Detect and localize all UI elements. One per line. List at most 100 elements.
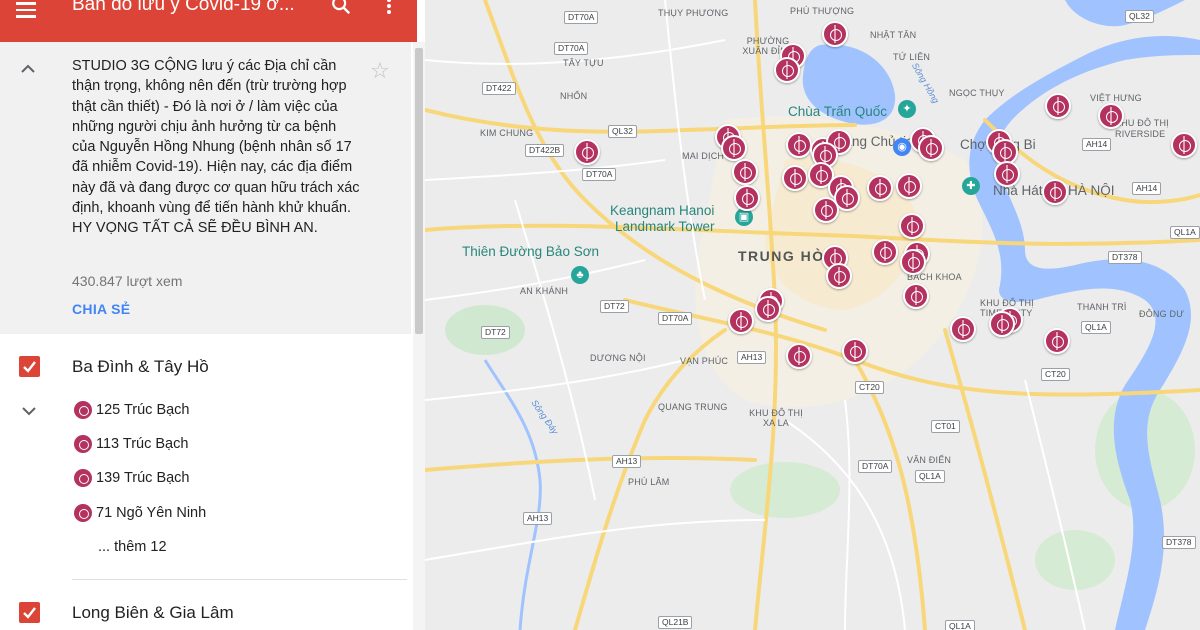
biohazard-marker[interactable] [721, 135, 747, 161]
biohazard-marker[interactable] [813, 197, 839, 223]
road-shield: QL1A [915, 470, 945, 483]
map-label: TỨ LIÊN [893, 52, 931, 62]
road-shield: DT70A [658, 312, 693, 325]
biohazard-marker[interactable] [1042, 179, 1068, 205]
biohazard-marker[interactable] [989, 311, 1015, 337]
list-item-label: 71 Ngõ Yên Ninh [96, 505, 207, 521]
view-count: 430.847 lượt xem [72, 273, 183, 289]
road-shield: QL32 [1125, 10, 1154, 23]
map-label: DƯƠNG NỘI [590, 353, 646, 363]
chevron-up-icon[interactable] [20, 62, 36, 74]
biohazard-marker[interactable] [994, 161, 1020, 187]
biohazard-marker[interactable] [1098, 103, 1124, 129]
description-text: STUDIO 3G CỘNG lưu ý các Địa chỉ cần thậ… [72, 58, 360, 237]
poi-label[interactable]: Landmark Tower [615, 219, 715, 234]
biohazard-marker[interactable] [903, 283, 929, 309]
map-description: ☆ STUDIO 3G CỘNG lưu ý các Địa chỉ cần t… [0, 42, 411, 334]
road-shield: DT378 [1108, 251, 1142, 264]
layer-title[interactable]: Ba Đình & Tây Hồ [72, 357, 209, 377]
road-shield: DT422B [525, 144, 565, 157]
poi-label[interactable]: Chùa Trấn Quốc [788, 104, 887, 119]
biohazard-marker[interactable] [1045, 93, 1071, 119]
road-shield: QL1A [1170, 226, 1200, 239]
road-shield: QL21B [658, 616, 693, 629]
share-button[interactable]: CHIA SẺ [72, 301, 130, 317]
biohazard-icon [74, 469, 92, 487]
list-item[interactable]: 125 Trúc Bạch [74, 399, 394, 421]
road-shield: DT422 [482, 82, 516, 95]
temple-icon[interactable]: ✦ [898, 100, 916, 118]
checkmark-icon [23, 607, 36, 619]
biohazard-marker[interactable] [822, 21, 848, 47]
theater-icon[interactable]: ✚ [962, 177, 980, 195]
side-panel: Bản đồ lưu ý Covid-19 ở... ☆ STUDIO 3G C… [0, 0, 425, 630]
layer-checkbox[interactable] [19, 356, 40, 377]
map-label: VIỆT HƯNG [1090, 93, 1142, 103]
show-more-link[interactable]: ... thêm 12 [98, 539, 167, 555]
biohazard-marker[interactable] [826, 263, 852, 289]
list-item[interactable]: 113 Trúc Bạch [74, 433, 394, 455]
chevron-down-icon[interactable] [21, 405, 37, 417]
map-label: KHU ĐÔ THỊ XA LA [749, 408, 803, 428]
road-shield: DT70A [858, 460, 893, 473]
map-canvas[interactable]: THỤY PHƯƠNG PHÚ THƯỢNG NHẬT TÂN PHƯỜNG X… [425, 0, 1200, 630]
biohazard-icon [74, 435, 92, 453]
more-options-icon[interactable] [382, 0, 396, 18]
road-shield: AH14 [1132, 182, 1162, 195]
panel-scrollbar[interactable] [413, 42, 425, 630]
biohazard-marker[interactable] [786, 132, 812, 158]
map-label: NGỌC THỤY [949, 88, 1005, 98]
poi-label[interactable]: Keangnam Hanoi [610, 203, 714, 218]
road-shield: AH14 [1082, 138, 1112, 151]
scrollbar-thumb[interactable] [415, 48, 423, 334]
map-label: PHÚ LÃM [628, 477, 670, 487]
biohazard-marker[interactable] [574, 139, 600, 165]
map-label: AN KHÁNH [520, 286, 569, 296]
road-shield: QL1A [1081, 321, 1111, 334]
list-item-label: 139 Trúc Bạch [96, 470, 190, 486]
biohazard-marker[interactable] [867, 175, 893, 201]
biohazard-marker[interactable] [782, 165, 808, 191]
map-label: MAI DỊCH [682, 151, 725, 161]
amusement-park-icon[interactable]: ♣ [571, 266, 589, 284]
list-item[interactable]: 139 Trúc Bạch [74, 467, 394, 489]
biohazard-marker[interactable] [842, 338, 868, 364]
search-icon[interactable] [330, 0, 352, 16]
road-shield: CT01 [931, 420, 960, 433]
map-label: THANH TRÌ [1077, 302, 1127, 312]
map-label: PHÚ THƯỢNG [790, 6, 855, 16]
app-bar: Bản đồ lưu ý Covid-19 ở... [0, 0, 417, 42]
road-shield: AH13 [612, 455, 642, 468]
biohazard-marker[interactable] [1171, 132, 1197, 158]
biohazard-marker[interactable] [1044, 328, 1070, 354]
road-shield: DT378 [1162, 536, 1196, 549]
road-shield: QL32 [608, 125, 637, 138]
map-title[interactable]: Bản đồ lưu ý Covid-19 ở... [72, 0, 312, 16]
layer-long-bien-gia-lam: Long Biên & Gia Lâm [0, 580, 411, 630]
map-label: ĐÔNG DƯ [1139, 309, 1185, 319]
poi-label[interactable]: Thiên Đường Bảo Sơn [462, 244, 599, 259]
biohazard-marker[interactable] [899, 213, 925, 239]
biohazard-marker[interactable] [732, 159, 758, 185]
biohazard-marker[interactable] [774, 57, 800, 83]
biohazard-marker[interactable] [896, 173, 922, 199]
map-label: NHẬT TÂN [870, 30, 917, 40]
layer-checkbox[interactable] [19, 602, 40, 623]
road-shield: CT20 [1041, 368, 1070, 381]
biohazard-marker[interactable] [728, 308, 754, 334]
menu-icon[interactable] [16, 0, 42, 24]
biohazard-marker[interactable] [900, 249, 926, 275]
biohazard-marker[interactable] [755, 296, 781, 322]
camera-icon[interactable]: ◉ [893, 138, 911, 156]
star-icon[interactable]: ☆ [370, 58, 390, 84]
layer-title[interactable]: Long Biên & Gia Lâm [72, 603, 234, 623]
biohazard-marker[interactable] [872, 239, 898, 265]
biohazard-marker[interactable] [734, 185, 760, 211]
map-label: VẠN PHÚC [680, 356, 729, 366]
list-item[interactable]: 71 Ngõ Yên Ninh [74, 502, 394, 524]
biohazard-marker[interactable] [950, 316, 976, 342]
map-label: NHỔN [560, 91, 588, 101]
biohazard-marker[interactable] [918, 135, 944, 161]
list-item-label: 125 Trúc Bạch [96, 402, 190, 418]
biohazard-marker[interactable] [786, 343, 812, 369]
